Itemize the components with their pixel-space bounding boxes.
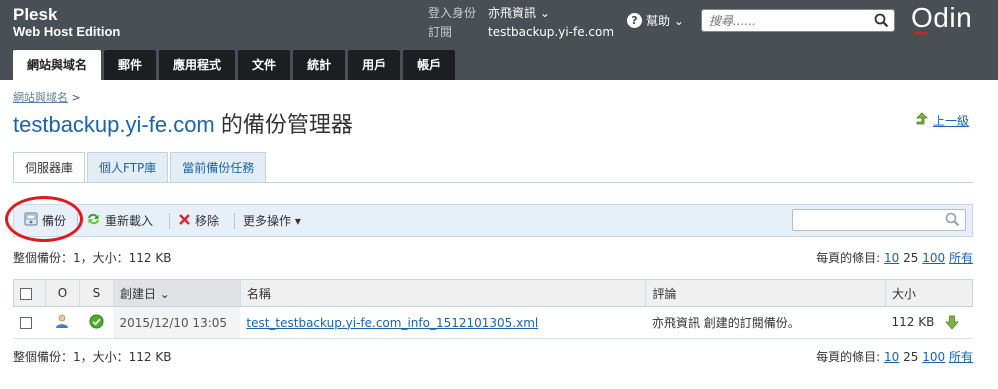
brand[interactable]: Plesk Web Host Edition — [13, 6, 120, 40]
column-header-size[interactable]: 大小 — [885, 279, 973, 307]
column-header-name[interactable]: 名稱 — [239, 279, 646, 307]
table-header-row: O S 創建日 ⌄ 名稱 評論 大小 — [13, 279, 973, 307]
subscription-menu[interactable]: testbackup.yi-fe.com — [488, 25, 614, 39]
per-page-10[interactable]: 10 — [884, 251, 899, 265]
row-checkbox[interactable] — [19, 317, 32, 329]
per-page-all[interactable]: 所有 — [949, 350, 973, 364]
reload-icon — [86, 212, 101, 229]
select-all-column — [13, 279, 46, 307]
brand-name: Plesk — [13, 5, 58, 24]
per-page-selector: 每頁的條目: 10 25 100 所有 — [816, 249, 973, 266]
main-nav: 網站與域名 郵件 應用程式 文件 統計 用戶 帳戶 — [13, 50, 456, 80]
global-search-input[interactable] — [702, 10, 862, 31]
tabs-divider — [13, 182, 973, 183]
column-header-s[interactable]: S — [78, 279, 114, 307]
status-cell — [79, 306, 114, 339]
list-search — [792, 209, 966, 231]
subscription-label: 訂閱 — [428, 25, 453, 39]
toolbar-divider — [234, 213, 235, 229]
toolbar: 備份 重新載入 移除 更多操作 ▾ — [13, 204, 973, 237]
nav-tab-files[interactable]: 文件 — [238, 50, 291, 80]
download-icon[interactable] — [945, 315, 960, 330]
nav-tab-websites-domains[interactable]: 網站與域名 — [13, 50, 102, 80]
backup-summary-bottom: 整個備份：1，大小：112 KB — [13, 350, 172, 364]
per-page-label: 每頁的條目: — [816, 350, 881, 364]
per-page-25: 25 — [903, 350, 919, 364]
backup-label: 備份 — [42, 214, 67, 228]
up-level-label: 上一級 — [933, 114, 970, 128]
help-label: 幫助 ⌄ — [646, 14, 684, 28]
remove-label: 移除 — [195, 214, 220, 228]
name-cell: test_testbackup.yi-fe.com_info_151210130… — [240, 306, 646, 339]
nav-tab-account[interactable]: 帳戶 — [403, 50, 456, 80]
column-header-o[interactable]: O — [44, 279, 80, 307]
up-level-icon — [915, 112, 929, 129]
page-title-domain: testbackup.yi-fe.com — [13, 112, 215, 137]
more-actions-button[interactable]: 更多操作 ▾ — [243, 205, 301, 236]
page-title-suffix: 的備份管理器 — [214, 112, 353, 137]
help-icon: ? — [627, 13, 642, 28]
table-row: 2015/12/10 13:05 test_testbackup.yi-fe.c… — [13, 306, 973, 339]
account-info: 登入身份 亦飛資訊 ⌄ 訂閱 testbackup.yi-fe.com — [428, 4, 614, 42]
nav-tab-mail[interactable]: 郵件 — [104, 50, 157, 80]
per-page-all[interactable]: 所有 — [949, 251, 973, 265]
search-icon[interactable] — [945, 212, 960, 230]
tab-server-repository[interactable]: 伺服器庫 — [13, 152, 86, 183]
size-value: 112 KB — [891, 315, 935, 329]
breadcrumb-link-websites[interactable]: 網站與域名 — [13, 91, 68, 104]
column-header-created[interactable]: 創建日 ⌄ — [112, 279, 241, 307]
nav-tab-statistics[interactable]: 統計 — [293, 50, 346, 80]
owner-cell — [45, 306, 80, 339]
breadcrumb: 網站與域名 > — [13, 89, 81, 105]
backup-table: O S 創建日 ⌄ 名稱 評論 大小 2015/12/10 13:05 test… — [13, 279, 973, 339]
login-as-label: 登入身份 — [428, 6, 477, 20]
user-icon — [55, 314, 69, 332]
backup-summary: 整個備份：1，大小：112 KB — [13, 251, 172, 265]
column-header-comment[interactable]: 評論 — [645, 279, 886, 307]
nav-tab-users[interactable]: 用戶 — [348, 50, 401, 80]
page-title: testbackup.yi-fe.com 的備份管理器 — [13, 107, 353, 139]
toolbar-divider — [169, 213, 170, 229]
reload-label: 重新載入 — [105, 214, 154, 228]
brand-edition: Web Host Edition — [13, 24, 121, 39]
size-cell: 112 KB — [885, 306, 973, 339]
comment-cell: 亦飛資訊 創建的訂閱備份。 — [645, 306, 886, 339]
tab-personal-ftp-repository[interactable]: 個人FTP庫 — [87, 152, 169, 183]
help-menu[interactable]: ? 幫助 ⌄ — [627, 12, 684, 29]
per-page-100[interactable]: 100 — [922, 350, 945, 364]
nav-tab-applications[interactable]: 應用程式 — [159, 50, 236, 80]
top-header: Plesk Web Host Edition 登入身份 亦飛資訊 ⌄ 訂閱 test… — [0, 0, 998, 80]
more-actions-label: 更多操作 ▾ — [243, 214, 301, 228]
per-page-10[interactable]: 10 — [884, 350, 899, 364]
backup-tabs: 伺服器庫 個人FTP庫 當前備份任務 — [13, 152, 267, 183]
backup-file-link[interactable]: test_testbackup.yi-fe.com_info_151210130… — [246, 316, 538, 330]
tab-current-backup-tasks[interactable]: 當前備份任務 — [170, 152, 267, 183]
created-date-cell: 2015/12/10 13:05 — [113, 306, 241, 339]
select-all-checkbox[interactable] — [20, 287, 32, 300]
reload-button[interactable]: 重新載入 — [86, 205, 153, 236]
up-level-link[interactable]: 上一級 — [915, 112, 969, 129]
remove-button[interactable]: 移除 — [178, 205, 219, 236]
per-page-label: 每頁的條目: — [816, 251, 881, 265]
list-search-input[interactable] — [793, 210, 938, 230]
backup-icon — [24, 212, 38, 229]
backup-button[interactable]: 備份 — [24, 205, 66, 236]
per-page-25: 25 — [903, 251, 919, 265]
per-page-100[interactable]: 100 — [922, 251, 945, 265]
per-page-selector-bottom: 每頁的條目: 10 25 100 所有 — [816, 348, 973, 365]
breadcrumb-separator: > — [71, 91, 81, 104]
login-as-menu[interactable]: 亦飛資訊 ⌄ — [488, 6, 550, 20]
toolbar-divider — [77, 213, 78, 229]
odin-logo-accent — [913, 32, 928, 34]
global-search — [701, 9, 895, 32]
row-select-cell — [13, 306, 46, 339]
search-icon[interactable] — [874, 13, 889, 31]
status-ok-icon — [89, 314, 104, 332]
odin-logo: Odin — [911, 2, 973, 33]
remove-icon — [178, 213, 191, 229]
